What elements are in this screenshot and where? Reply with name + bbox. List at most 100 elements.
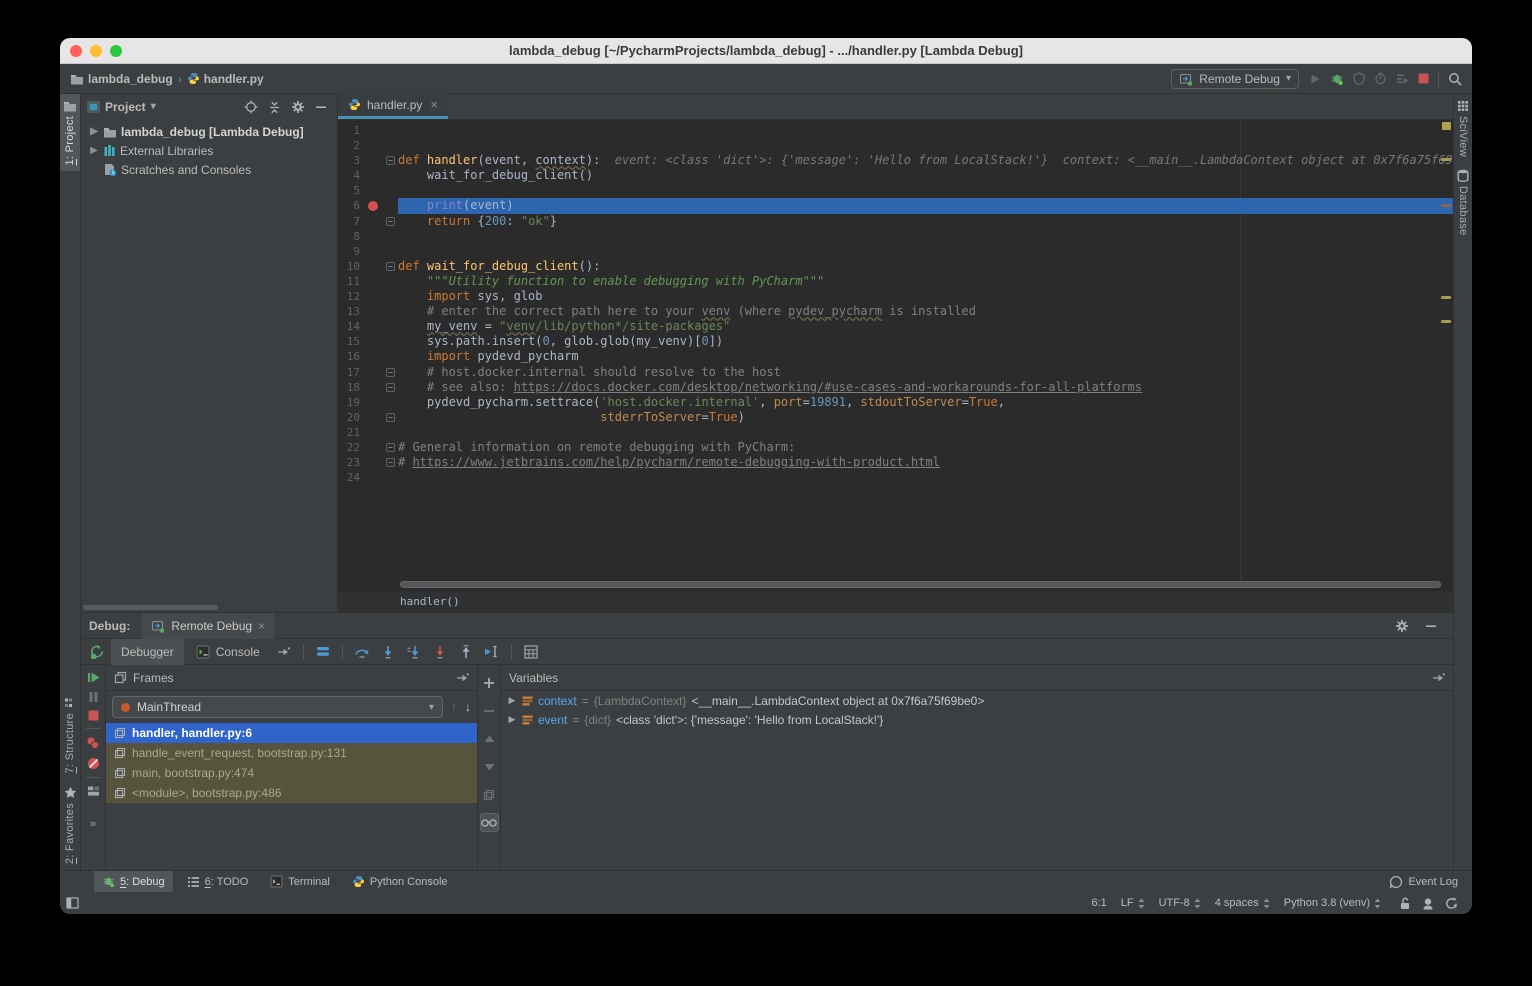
thread-selector[interactable]: MainThread ▾ (112, 696, 443, 718)
locate-icon[interactable] (244, 100, 258, 114)
chevron-down-icon[interactable]: ▾ (151, 102, 156, 112)
fold-open-icon[interactable]: − (386, 156, 395, 165)
stack-frame[interactable]: handler, handler.py:6 (106, 723, 477, 743)
tool-stripe-1-project[interactable]: 1: Project (60, 94, 80, 171)
gutter[interactable]: − (360, 440, 398, 455)
fold-end-icon[interactable]: − (386, 458, 395, 467)
tree-item-scratches[interactable]: Scratches and Consoles (81, 160, 337, 179)
code-line[interactable]: 11 """Utility function to enable debuggi… (338, 274, 1453, 289)
gutter[interactable] (360, 198, 398, 213)
step-out-button[interactable] (454, 641, 478, 663)
code-line[interactable]: 24 (338, 470, 1453, 485)
resume-button[interactable] (87, 671, 100, 684)
breakpoint-icon[interactable] (368, 201, 378, 211)
toolwindow-tab-terminal[interactable]: Terminal (262, 871, 338, 893)
expand-arrow-icon[interactable]: ▶ (507, 714, 517, 725)
tool-stripe-7-structure[interactable]: 7: Structure (60, 691, 80, 779)
code-line[interactable]: 20− stderrToServer=True) (338, 410, 1453, 425)
force-step-into-button[interactable] (428, 641, 452, 663)
toolwindow-tab-5-debug[interactable]: 5: Debug (94, 871, 173, 893)
fold-open-icon[interactable]: − (386, 368, 395, 377)
close-session-icon[interactable]: × (258, 619, 265, 633)
stripe-mark[interactable] (1441, 320, 1451, 323)
gutter[interactable] (360, 123, 398, 138)
code-line[interactable]: 2 (338, 138, 1453, 153)
code-line[interactable]: 17− # host.docker.internal should resolv… (338, 365, 1453, 380)
minimize-icon[interactable] (315, 101, 327, 113)
stripe-mark[interactable] (1441, 296, 1451, 299)
threads-view-button[interactable] (311, 641, 335, 663)
search-everywhere-button[interactable] (1448, 72, 1462, 86)
step-into-button[interactable] (376, 641, 400, 663)
profiler-button[interactable] (1374, 72, 1387, 85)
tab-console[interactable]: Console (186, 639, 270, 665)
show-watches-button[interactable] (480, 813, 499, 832)
pin-icon[interactable] (456, 673, 469, 683)
more-actions-button[interactable]: » (90, 818, 96, 830)
tree-item-lambda_debug[interactable]: ▶lambda_debug [Lambda Debug] (81, 122, 337, 141)
stack-frame[interactable]: handle_event_request, bootstrap.py:131 (106, 743, 477, 763)
tool-stripe-2-favorites[interactable]: 2: Favorites (60, 780, 80, 870)
gutter[interactable] (360, 183, 398, 198)
gear-icon[interactable] (1395, 619, 1409, 633)
code-line[interactable]: 14 my_venv = "venv/lib/python*/site-pack… (338, 319, 1453, 334)
tool-window-toggle-icon[interactable] (66, 897, 79, 909)
gutter[interactable]: − (360, 410, 398, 425)
gutter[interactable]: − (360, 455, 398, 470)
rerun-debug-button[interactable] (85, 641, 109, 663)
stack-frame[interactable]: <module>, bootstrap.py:486 (106, 783, 477, 803)
coverage-button[interactable] (1353, 72, 1365, 85)
project-hscrollbar[interactable] (83, 605, 218, 610)
gutter[interactable] (360, 319, 398, 334)
collapse-all-icon[interactable] (268, 101, 281, 114)
fold-end-icon[interactable]: − (386, 383, 395, 392)
view-breakpoints-button[interactable] (86, 736, 100, 750)
gutter[interactable]: − (360, 259, 398, 274)
gutter[interactable]: − (360, 214, 398, 229)
event-log-button[interactable]: Event Log (1389, 875, 1472, 889)
gutter[interactable] (360, 289, 398, 304)
tool-stripe-database[interactable]: Database (1454, 163, 1472, 242)
code-line[interactable]: 3−def handler(event, context): event: <c… (338, 153, 1453, 168)
code-line[interactable]: 23−# https://www.jetbrains.com/help/pych… (338, 455, 1453, 470)
fold-end-icon[interactable]: − (386, 413, 395, 422)
step-over-button[interactable] (350, 641, 374, 663)
zoom-window-button[interactable] (110, 45, 122, 57)
status-utf-8[interactable]: UTF-8 (1159, 897, 1201, 909)
stop-button[interactable] (1418, 73, 1429, 84)
evaluate-expression-button[interactable] (519, 641, 543, 663)
move-up-button[interactable] (480, 729, 499, 748)
run-configuration-select[interactable]: Remote Debug ▾ (1171, 69, 1299, 89)
breadcrumb-item[interactable]: lambda_debug (70, 72, 173, 86)
tab-debugger[interactable]: Debugger (111, 639, 184, 665)
breadcrumb-item[interactable]: handler.py (187, 72, 264, 86)
fold-open-icon[interactable]: − (386, 262, 395, 271)
next-frame-button[interactable]: ↓ (465, 701, 471, 713)
code-line[interactable]: 18− # see also: https://docs.docker.com/… (338, 380, 1453, 395)
close-window-button[interactable] (70, 45, 82, 57)
gutter[interactable] (360, 334, 398, 349)
expand-arrow-icon[interactable]: ▶ (507, 695, 517, 706)
run-to-cursor-button[interactable] (480, 641, 504, 663)
gutter[interactable] (360, 304, 398, 319)
code-line[interactable]: 5 (338, 183, 1453, 198)
gear-icon[interactable] (291, 100, 305, 114)
stripe-mark[interactable] (1441, 204, 1451, 207)
pin-button[interactable] (272, 641, 296, 663)
code-line[interactable]: 21 (338, 425, 1453, 440)
variable-row[interactable]: ▶context = {LambdaContext} <__main__.Lam… (501, 691, 1453, 710)
hector-icon[interactable] (1422, 897, 1434, 910)
step-into-my-code-button[interactable] (402, 641, 426, 663)
debug-session-tab[interactable]: Remote Debug × (142, 613, 274, 639)
gutter[interactable] (360, 168, 398, 183)
minimize-icon[interactable] (1425, 620, 1437, 632)
pin-icon[interactable] (1432, 673, 1445, 683)
code-line[interactable]: 12 import sys, glob (338, 289, 1453, 304)
code-line[interactable]: 8 (338, 229, 1453, 244)
lock-icon[interactable] (1399, 897, 1411, 910)
editor-breadcrumbs[interactable]: handler() (338, 590, 1453, 612)
run-configurations-button[interactable] (1396, 73, 1409, 85)
add-watch-button[interactable] (480, 673, 499, 692)
stripe-mark[interactable] (1441, 158, 1451, 161)
restore-layout-button[interactable] (87, 785, 100, 797)
